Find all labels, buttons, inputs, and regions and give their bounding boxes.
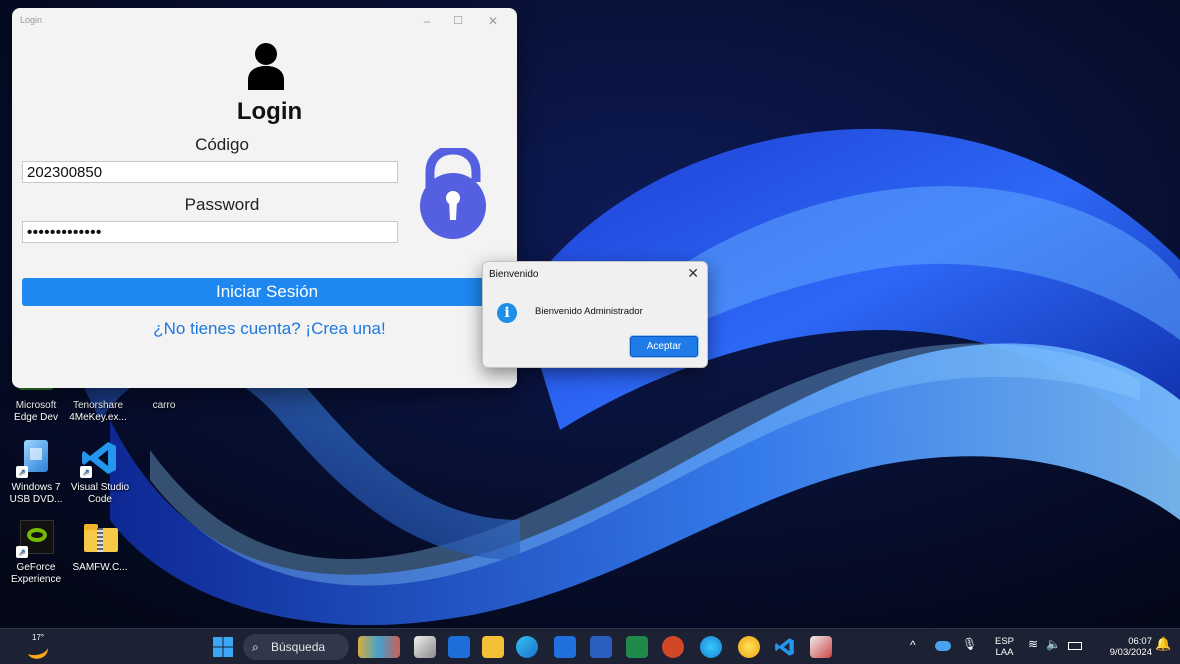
search-placeholder: Búsqueda bbox=[271, 640, 326, 654]
login-button[interactable]: Iniciar Sesión bbox=[22, 278, 512, 306]
login-heading: Login bbox=[236, 98, 303, 125]
desktop-icon-label: Visual Studio Code bbox=[70, 482, 130, 505]
vscode-taskbar-icon[interactable] bbox=[774, 636, 796, 658]
desktop-icon-windows-usb[interactable]: ↗ Windows 7 USB DVD... bbox=[6, 438, 66, 506]
app-icon[interactable] bbox=[810, 636, 832, 658]
search-icon: ⌕ bbox=[252, 640, 259, 654]
accept-button[interactable]: Aceptar bbox=[630, 336, 698, 357]
register-link[interactable]: ¿No tienes cuenta? ¡Crea una! bbox=[12, 319, 517, 339]
maximize-icon[interactable]: ☐ bbox=[447, 12, 469, 30]
geforce-icon: ↗ bbox=[16, 518, 56, 558]
microphone-icon[interactable]: 🎙 bbox=[962, 638, 977, 650]
excel-icon[interactable] bbox=[626, 636, 648, 658]
desktop-icon-label: Windows 7 USB DVD... bbox=[9, 482, 63, 505]
edge-dev-taskbar-icon[interactable] bbox=[516, 636, 538, 658]
edge-icon[interactable] bbox=[700, 636, 722, 658]
desktop-icon-geforce[interactable]: ↗ GeForce Experience bbox=[6, 518, 66, 586]
window-title: Login bbox=[20, 15, 43, 25]
codigo-input[interactable] bbox=[22, 161, 398, 183]
clock-date: 9/03/2024 bbox=[1109, 647, 1152, 658]
language-bottom: LAA bbox=[995, 647, 1014, 658]
clock-time: 06:07 bbox=[1128, 636, 1152, 647]
language-indicator[interactable]: ESP LAA bbox=[995, 636, 1014, 658]
desktop-icon-label: SAMFW.C... bbox=[72, 562, 128, 573]
widgets-icon[interactable] bbox=[358, 636, 400, 658]
desktop-icon-label: GeForce Experience bbox=[10, 562, 62, 585]
windows-start-icon[interactable] bbox=[212, 636, 234, 658]
desktop-icon-label: Microsoft Edge Dev bbox=[14, 400, 58, 423]
dialog-message: Bienvenido Administrador bbox=[535, 306, 643, 317]
windows-usb-tool-icon: ↗ bbox=[16, 438, 56, 478]
password-label: Password bbox=[184, 195, 260, 214]
info-icon: i bbox=[497, 303, 517, 323]
dialog-title: Bienvenido bbox=[489, 269, 539, 280]
volume-icon[interactable]: 🔈 bbox=[1046, 638, 1061, 650]
weather-temp: 17° bbox=[32, 633, 45, 642]
chrome-canary-icon[interactable] bbox=[738, 636, 760, 658]
close-icon[interactable]: ✕ bbox=[687, 265, 699, 282]
desktop-icon-samfw[interactable]: SAMFW.C... bbox=[70, 518, 130, 574]
powerpoint-icon[interactable] bbox=[662, 636, 684, 658]
clock[interactable]: 06:07 9/03/2024 bbox=[1096, 636, 1152, 658]
word-icon[interactable] bbox=[590, 636, 612, 658]
password-input[interactable]: ••••••••••••• bbox=[22, 221, 398, 243]
title-bar: Login – ☐ ✕ bbox=[12, 8, 517, 34]
desktop-icon-label: carro bbox=[152, 400, 176, 411]
store-icon[interactable] bbox=[554, 636, 576, 658]
notification-bell-icon[interactable]: 🔔 bbox=[1155, 637, 1171, 650]
task-view-icon[interactable] bbox=[414, 636, 436, 658]
user-icon bbox=[248, 43, 284, 90]
login-window: Login – ☐ ✕ Login Código Password ••••••… bbox=[12, 8, 517, 388]
minimize-icon[interactable]: – bbox=[416, 12, 438, 30]
battery-icon[interactable] bbox=[1068, 642, 1082, 650]
weather-widget[interactable]: 17° bbox=[22, 632, 56, 662]
welcome-dialog: Bienvenido ✕ i Bienvenido Administrador … bbox=[482, 261, 708, 368]
desktop-icon-label: Tenorshare 4MeKey.ex... bbox=[69, 400, 127, 423]
desktop-icon-vscode[interactable]: ↗ Visual Studio Code bbox=[70, 438, 130, 506]
codigo-label: Código bbox=[195, 135, 249, 154]
taskbar: 17° ⌕ Búsqueda ^ 🎙 ESP LAA ≋ 🔈 06:07 9/0… bbox=[0, 628, 1180, 664]
teams-icon[interactable] bbox=[448, 636, 470, 658]
wifi-icon[interactable]: ≋ bbox=[1028, 638, 1038, 650]
lock-icon bbox=[420, 148, 486, 239]
taskbar-search[interactable]: ⌕ Búsqueda bbox=[243, 634, 349, 660]
onedrive-icon[interactable] bbox=[935, 641, 951, 651]
vscode-icon: ↗ bbox=[80, 438, 120, 478]
chevron-up-icon[interactable]: ^ bbox=[910, 639, 916, 651]
language-top: ESP bbox=[995, 636, 1015, 647]
close-icon[interactable]: ✕ bbox=[482, 12, 504, 30]
folder-zip-icon bbox=[80, 518, 120, 558]
file-explorer-icon[interactable] bbox=[482, 636, 504, 658]
